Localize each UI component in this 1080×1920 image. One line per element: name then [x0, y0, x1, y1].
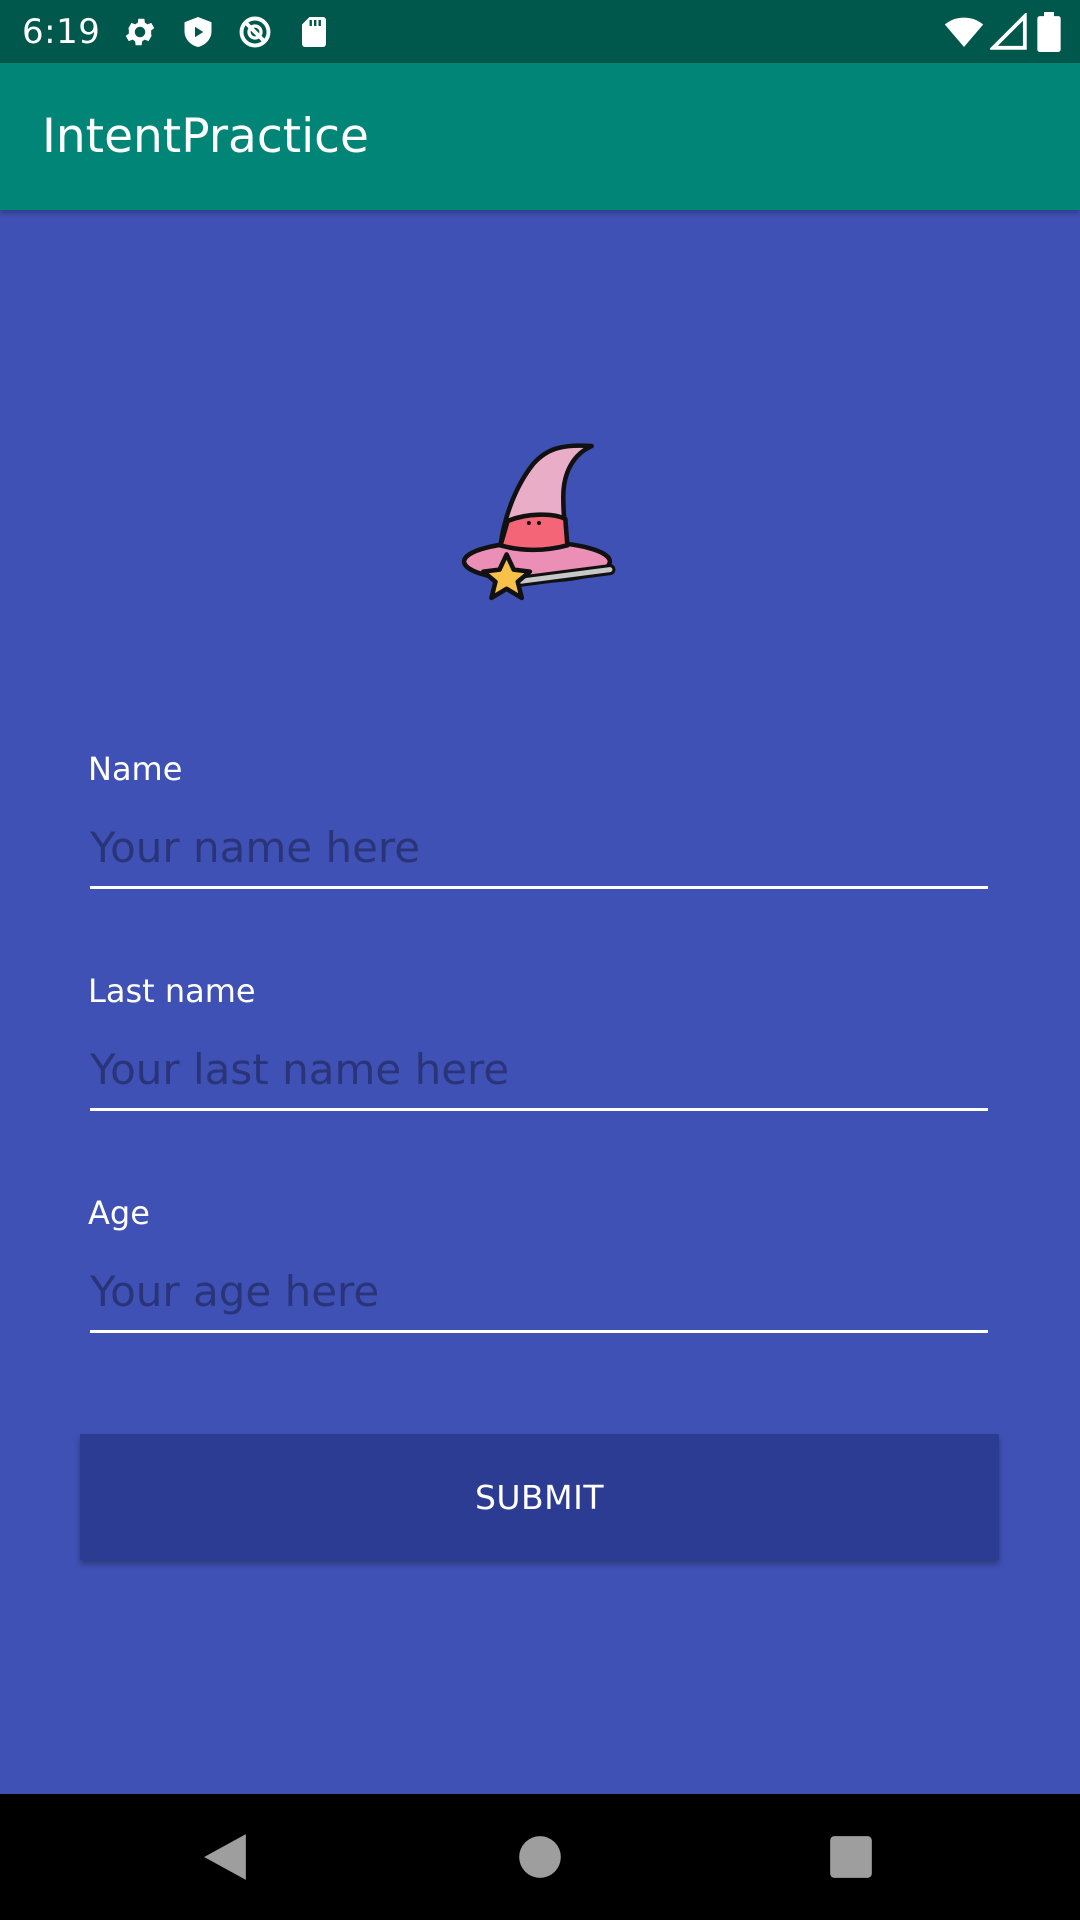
form-container: Name Last name Age SUBMIT	[0, 210, 1080, 1794]
status-bar: 6:19	[0, 0, 1080, 63]
signal-icon	[990, 13, 1027, 50]
app-bar: IntentPractice	[0, 63, 1080, 210]
wifi-icon	[944, 17, 984, 47]
no-symbol-icon	[239, 16, 271, 48]
app-screen: 6:19 IntentPractice Name Your name here …	[0, 0, 1080, 1920]
name-input[interactable]	[90, 812, 988, 889]
app-title: IntentPractice	[42, 109, 369, 164]
gear-icon	[125, 18, 155, 46]
home-icon[interactable]	[515, 1832, 565, 1882]
recents-icon[interactable]	[826, 1832, 876, 1882]
sd-card-icon	[302, 17, 326, 47]
age-input[interactable]	[90, 1256, 988, 1333]
shield-play-icon	[184, 17, 212, 47]
last-name-input[interactable]	[90, 1034, 988, 1111]
status-time: 6:19	[22, 12, 101, 52]
battery-icon	[1037, 12, 1061, 52]
navigation-bar	[0, 1794, 1080, 1920]
age-label: Age	[88, 1194, 150, 1232]
submit-button[interactable]: SUBMIT	[80, 1434, 999, 1560]
wizard-hat-icon	[461, 443, 616, 601]
name-label: Name	[88, 750, 183, 788]
last-name-label: Last name	[88, 972, 256, 1010]
back-icon[interactable]	[200, 1832, 250, 1882]
